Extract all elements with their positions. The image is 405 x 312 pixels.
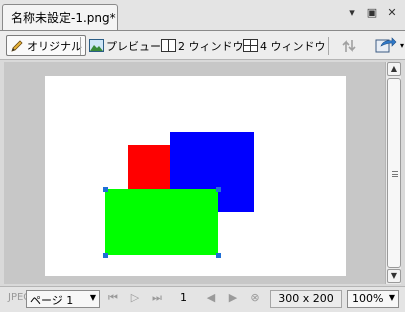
document-tab[interactable]: 名称未設定-1.png* xyxy=(2,4,118,30)
two-window-view-button[interactable]: 2 ウィンドウ xyxy=(158,35,247,56)
split-two-icon xyxy=(161,39,176,52)
next-frame-icon[interactable]: ▶ xyxy=(226,291,240,304)
export-icon xyxy=(375,36,397,55)
four-window-view-button[interactable]: 4 ウィンドウ xyxy=(240,35,329,56)
previous-frame-icon[interactable]: ◀ xyxy=(204,291,218,304)
page-number: 1 xyxy=(180,291,187,304)
chevron-down-icon: ▾ xyxy=(400,41,405,50)
selection-handle[interactable] xyxy=(216,253,221,258)
preview-view-button[interactable]: プレビュー xyxy=(86,35,164,56)
zoom-select[interactable]: 100% ▼ xyxy=(347,290,399,308)
window-controls: ▾ ▣ ✕ xyxy=(345,6,399,20)
selection-handle[interactable] xyxy=(216,187,221,192)
scroll-up-icon[interactable]: ▲ xyxy=(387,62,401,76)
restore-icon[interactable]: ▣ xyxy=(365,6,379,20)
image-icon xyxy=(89,39,104,52)
selection-handle[interactable] xyxy=(103,187,108,192)
document-tab-title: 名称未設定-1.png* xyxy=(11,11,116,25)
page-select-value: ページ 1 xyxy=(30,294,74,307)
vertical-scrollbar[interactable]: ▲ ▼ xyxy=(385,62,401,284)
last-frame-icon[interactable]: ⏭ xyxy=(150,291,164,305)
page-select[interactable]: ページ 1 ▼ xyxy=(26,290,100,308)
red-rectangle[interactable] xyxy=(128,145,172,190)
stop-icon[interactable]: ⊗ xyxy=(248,291,262,304)
canvas-viewport[interactable] xyxy=(4,62,385,284)
toolbar-separator xyxy=(328,37,329,55)
tab-bar: 名称未設定-1.png* ▾ ▣ ✕ xyxy=(0,0,405,30)
scrollbar-grip-icon xyxy=(392,171,398,177)
original-view-button[interactable]: オリジナル xyxy=(6,35,86,56)
play-icon[interactable]: ▷ xyxy=(128,291,142,304)
window-menu-icon[interactable]: ▾ xyxy=(345,6,359,20)
chevron-down-icon: ▼ xyxy=(89,293,96,302)
preview-view-label: プレビュー xyxy=(106,39,161,53)
four-window-view-label: 4 ウィンドウ xyxy=(260,39,326,53)
transfer-arrows-icon xyxy=(341,37,359,55)
optimize-button[interactable] xyxy=(338,35,362,56)
chevron-down-icon: ▼ xyxy=(388,293,395,302)
status-bar: JPEG ページ 1 ▼ ⏮ ▷ ⏭ 1 ◀ ▶ ⊗ 300 x 200 100… xyxy=(0,286,405,312)
image-size-display: 300 x 200 xyxy=(270,290,342,308)
split-four-icon xyxy=(243,39,258,52)
first-frame-icon[interactable]: ⏮ xyxy=(106,291,120,305)
document-window: 名称未設定-1.png* ▾ ▣ ✕ オリジナル プレビュー 2 ウィンドウ 4… xyxy=(0,0,405,312)
two-window-view-label: 2 ウィンドウ xyxy=(178,39,244,53)
view-toolbar: オリジナル プレビュー 2 ウィンドウ 4 ウィンドウ ▾ xyxy=(0,30,405,60)
pencil-icon xyxy=(10,39,24,52)
scrollbar-thumb[interactable] xyxy=(387,78,401,268)
close-icon[interactable]: ✕ xyxy=(385,6,399,20)
scroll-down-icon[interactable]: ▼ xyxy=(387,269,401,283)
toolbar-separator xyxy=(80,37,81,55)
image-canvas[interactable] xyxy=(45,76,346,276)
zoom-value: 100% xyxy=(352,292,384,305)
export-button[interactable]: ▾ xyxy=(372,35,405,56)
original-view-label: オリジナル xyxy=(27,39,82,53)
green-rectangle[interactable] xyxy=(105,189,218,255)
image-size-value: 300 x 200 xyxy=(278,292,334,305)
selection-handle[interactable] xyxy=(103,253,108,258)
